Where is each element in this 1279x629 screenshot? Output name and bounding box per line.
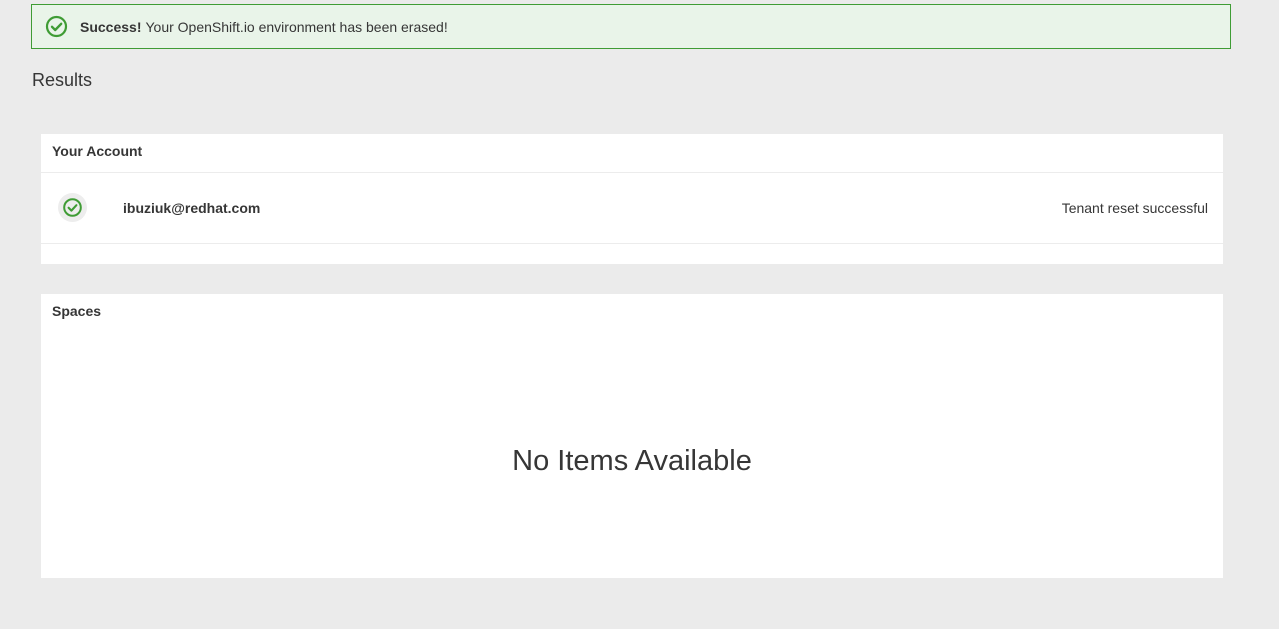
results-heading: Results bbox=[32, 70, 93, 90]
account-card: Your Account ibuziuk@redhat.com Tenant r… bbox=[41, 134, 1223, 264]
account-card-title: Your Account bbox=[41, 134, 1223, 173]
account-email: ibuziuk@redhat.com bbox=[123, 200, 261, 216]
account-row: ibuziuk@redhat.com Tenant reset successf… bbox=[41, 173, 1223, 244]
spaces-card: Spaces No Items Available bbox=[41, 294, 1223, 578]
success-alert: Success! Your OpenShift.io environment h… bbox=[31, 4, 1231, 49]
alert-message: Your OpenShift.io environment has been e… bbox=[145, 18, 448, 35]
account-status: Tenant reset successful bbox=[1061, 200, 1208, 216]
check-circle-icon bbox=[45, 15, 68, 38]
check-circle-icon bbox=[58, 193, 87, 222]
spaces-card-title: Spaces bbox=[52, 303, 102, 319]
alert-title: Success! bbox=[80, 18, 142, 35]
empty-state-message: No Items Available bbox=[512, 445, 752, 477]
